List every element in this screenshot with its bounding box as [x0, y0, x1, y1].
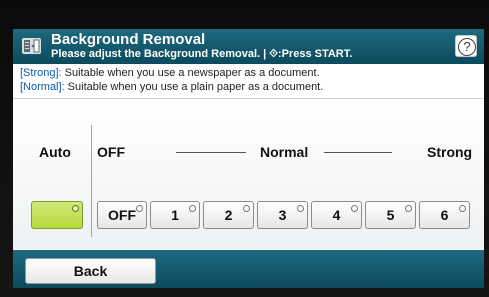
auto-label: Auto [39, 144, 71, 160]
normal-scale-label: Normal [260, 144, 309, 160]
description-panel: [Strong]: Suitable when you use a newspa… [13, 64, 484, 99]
level-6-button[interactable]: 6 [419, 201, 470, 229]
footer-bar: Back [13, 250, 484, 288]
level-4-button[interactable]: 4 [311, 201, 362, 229]
level-2-button[interactable]: 2 [203, 201, 254, 229]
strong-description: Suitable when you use a newspaper as a d… [61, 67, 320, 79]
level-5-button[interactable]: 5 [365, 201, 416, 229]
level-4-text: 4 [332, 207, 341, 223]
level-6-text: 6 [440, 207, 449, 223]
description-normal: [Normal]: Suitable when you use a plain … [20, 81, 323, 94]
indicator-icon [189, 205, 196, 212]
level-off-text: OFF [108, 207, 136, 223]
indicator-icon [405, 205, 412, 212]
level-auto-button[interactable] [31, 201, 83, 229]
selected-indicator-icon [72, 205, 79, 212]
level-3-button[interactable]: 3 [257, 201, 308, 229]
page-title: Background Removal [51, 31, 206, 48]
indicator-icon [459, 205, 466, 212]
title-bar: Background Removal Please adjust the Bac… [13, 29, 484, 64]
auto-divider [91, 125, 92, 237]
scale-line-right [324, 152, 392, 153]
scale-line-left [176, 152, 246, 153]
strong-scale-label: Strong [427, 144, 473, 160]
off-scale-label: OFF [97, 144, 125, 160]
indicator-icon [297, 205, 304, 212]
normal-tag: [Normal]: [20, 81, 65, 93]
indicator-icon [351, 205, 358, 212]
level-5-text: 5 [386, 207, 395, 223]
strong-tag: [Strong]: [20, 67, 62, 79]
level-3-text: 3 [278, 207, 287, 223]
back-button[interactable]: Back [25, 258, 156, 284]
help-button[interactable]: ? [455, 35, 477, 57]
normal-description: Suitable when you use a plain paper as a… [64, 81, 324, 93]
level-1-button[interactable]: 1 [150, 201, 200, 229]
level-2-text: 2 [224, 207, 233, 223]
background-removal-icon [22, 38, 41, 54]
help-icon: ? [458, 38, 476, 56]
page-instruction: Please adjust the Background Removal. | … [51, 48, 353, 60]
indicator-icon [243, 205, 250, 212]
description-strong: [Strong]: Suitable when you use a newspa… [20, 67, 320, 80]
level-1-text: 1 [171, 207, 179, 223]
indicator-icon [136, 205, 143, 212]
panel-screen: Background Removal Please adjust the Bac… [13, 29, 484, 288]
level-off-button[interactable]: OFF [97, 201, 147, 229]
